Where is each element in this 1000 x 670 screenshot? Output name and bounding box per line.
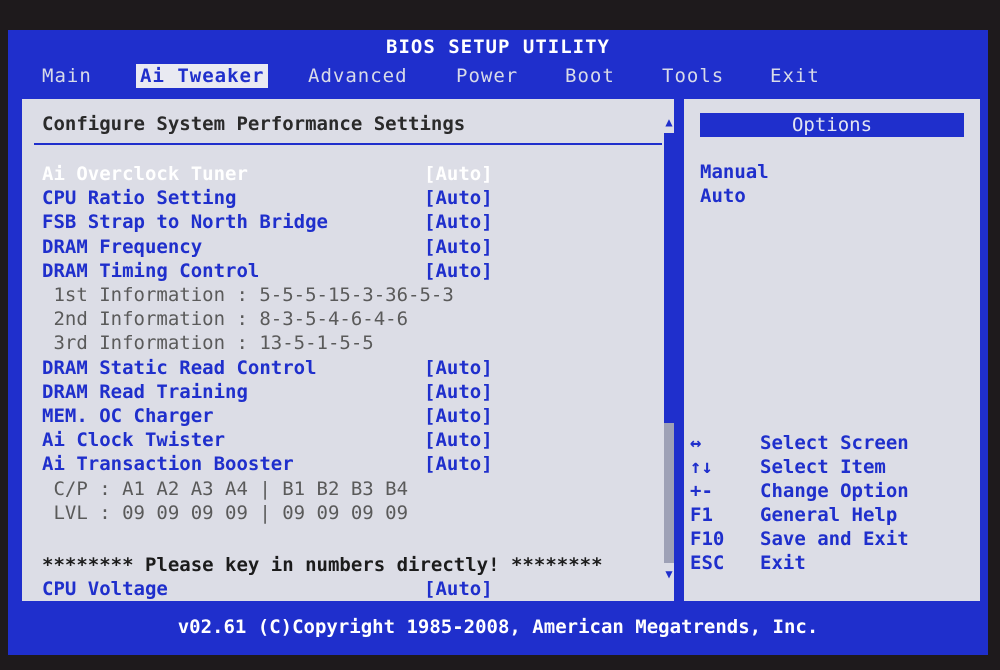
info-row: 1st Information : 5-5-5-15-3-36-5-3: [42, 284, 454, 306]
info-row: LVL : 09 09 09 09 | 09 09 09 09: [42, 501, 409, 524]
setting-value[interactable]: [Auto]: [424, 381, 493, 403]
setting-row[interactable]: Ai Clock Twister [Auto]: [42, 428, 493, 452]
options-header: Options: [700, 113, 964, 137]
setting-value[interactable]: [Auto]: [424, 260, 493, 282]
info-row: C/P : A1 A2 A3 A4 | B1 B2 B3 B4: [42, 477, 409, 500]
setting-label: Ai Clock Twister: [42, 429, 226, 452]
help-text: Exit: [760, 552, 806, 574]
help-text: Select Screen: [760, 432, 909, 454]
setting-value[interactable]: [Auto]: [424, 236, 493, 258]
help-key: F10: [690, 528, 725, 550]
help-key: ESC: [690, 552, 725, 574]
info-row: 2nd Information : 8-3-5-4-6-4-6: [42, 308, 409, 331]
option-auto[interactable]: Auto: [700, 185, 746, 207]
menu-exit[interactable]: Exit: [766, 64, 824, 88]
setting-value[interactable]: [Auto]: [424, 357, 493, 379]
setting-value[interactable]: [Auto]: [424, 405, 493, 427]
setting-value[interactable]: [Auto]: [424, 453, 493, 475]
setting-label: MEM. OC Charger: [42, 405, 214, 427]
help-row: ESC Exit: [690, 551, 806, 575]
setting-label: Ai Transaction Booster: [42, 453, 294, 476]
menu-main[interactable]: Main: [38, 64, 96, 88]
setting-label: FSB Strap to North Bridge: [42, 211, 328, 234]
setting-label: CPU Voltage: [42, 578, 168, 601]
setting-row[interactable]: DRAM Timing Control [Auto]: [42, 259, 493, 283]
help-key: ↑↓: [690, 456, 713, 478]
help-row: ↑↓ Select Item: [690, 455, 886, 479]
setting-value[interactable]: [Auto]: [424, 578, 493, 600]
menu-boot[interactable]: Boot: [561, 64, 619, 88]
help-row: F1 General Help: [690, 503, 897, 527]
menu-tools[interactable]: Tools: [658, 64, 728, 88]
setting-label: DRAM Frequency: [42, 235, 203, 258]
help-text: Change Option: [760, 480, 909, 502]
heading-divider: [34, 143, 662, 145]
setting-row[interactable]: DRAM Static Read Control [Auto]: [42, 356, 493, 380]
help-text: Select Item: [760, 456, 886, 478]
option-manual[interactable]: Manual: [700, 161, 769, 183]
options-panel: Options Manual Auto ↔ Select Screen ↑↓ Sele…: [682, 97, 982, 603]
copyright-footer: v02.61 (C)Copyright 1985-2008, American …: [177, 616, 819, 638]
setting-row[interactable]: DRAM Read Training [Auto]: [42, 380, 493, 404]
setting-row[interactable]: MEM. OC Charger [Auto]: [42, 404, 493, 428]
menu-power[interactable]: Power: [452, 64, 522, 88]
bios-screen: BIOS SETUP UTILITY Main Ai Tweaker Advan…: [8, 30, 988, 655]
setting-label: DRAM Read Training: [42, 380, 248, 403]
help-row: F10 Save and Exit: [690, 527, 909, 551]
scroll-thumb[interactable]: [664, 133, 674, 423]
setting-row[interactable]: FSB Strap to North Bridge [Auto]: [42, 210, 493, 234]
setting-value[interactable]: [Auto]: [424, 163, 493, 185]
setting-row[interactable]: DRAM Frequency [Auto]: [42, 235, 493, 259]
help-text: Save and Exit: [760, 528, 909, 550]
setting-row[interactable]: Ai Overclock Tuner [Auto]: [42, 162, 493, 186]
setting-value[interactable]: [Auto]: [424, 187, 493, 209]
bios-title: BIOS SETUP UTILITY: [386, 36, 610, 58]
info-row: 3rd Information : 13-5-1-5-5: [42, 332, 374, 355]
setting-row[interactable]: CPU Ratio Setting [Auto]: [42, 186, 493, 210]
help-key: +-: [690, 480, 713, 502]
setting-label: CPU Ratio Setting: [42, 187, 237, 210]
warning-message: ******** Please key in numbers directly!…: [42, 554, 603, 577]
setting-row[interactable]: Ai Transaction Booster [Auto]: [42, 452, 493, 476]
setting-label: DRAM Static Read Control: [42, 356, 317, 379]
help-text: General Help: [760, 504, 898, 526]
scroll-down-arrow-icon[interactable]: ▼: [662, 567, 676, 581]
panel-heading: Configure System Performance Settings: [42, 113, 466, 135]
setting-label: Ai Overclock Tuner: [42, 163, 248, 185]
setting-value[interactable]: [Auto]: [424, 211, 493, 233]
menu-bar: Main Ai Tweaker Advanced Power Boot Tool…: [8, 62, 988, 88]
help-key: ↔: [690, 432, 702, 454]
menu-ai-tweaker[interactable]: Ai Tweaker: [136, 64, 269, 88]
help-row: +- Change Option: [690, 479, 909, 503]
scrollbar[interactable]: ▲ ▼: [662, 115, 676, 585]
help-key: F1: [690, 504, 713, 526]
menu-advanced[interactable]: Advanced: [304, 64, 412, 88]
help-row: ↔ Select Screen: [690, 431, 909, 455]
setting-row[interactable]: CPU Voltage [Auto]: [42, 577, 493, 601]
setting-value[interactable]: [Auto]: [424, 429, 493, 451]
settings-panel: Configure System Performance Settings Ai…: [20, 97, 676, 603]
scroll-up-arrow-icon[interactable]: ▲: [662, 115, 676, 129]
setting-label: DRAM Timing Control: [42, 259, 260, 282]
